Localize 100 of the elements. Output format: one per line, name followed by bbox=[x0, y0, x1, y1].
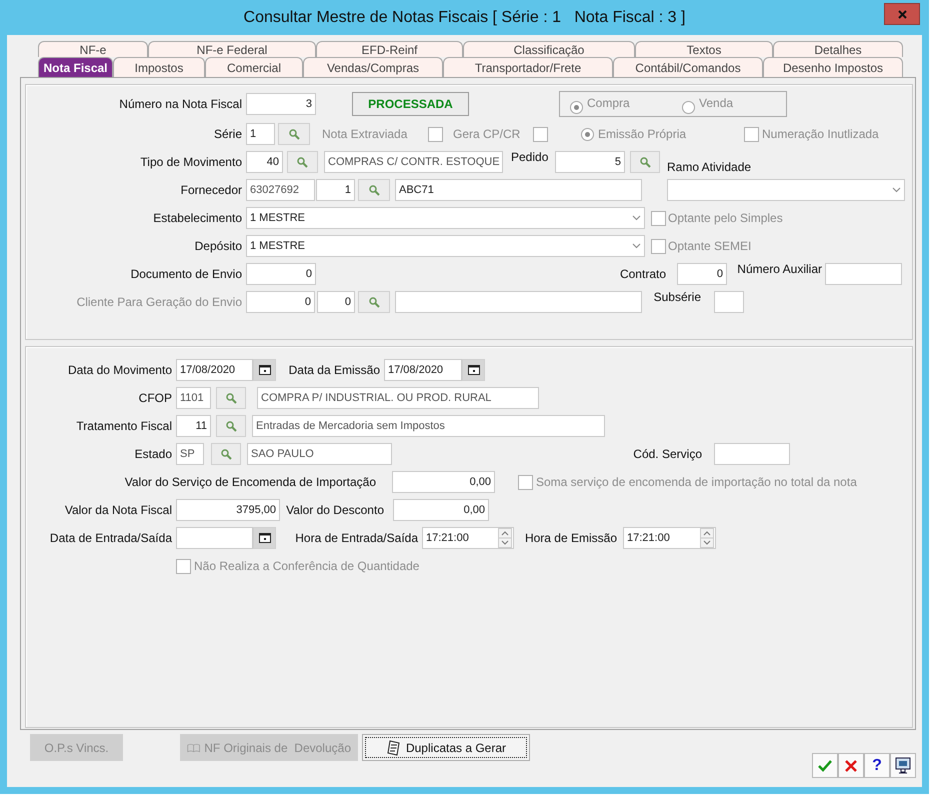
search-button[interactable] bbox=[358, 179, 390, 201]
close-button[interactable] bbox=[884, 3, 920, 25]
calendar-icon bbox=[258, 365, 270, 375]
field-label: Estabelecimento bbox=[152, 211, 243, 225]
dropdown[interactable]: 1 MESTRE bbox=[246, 235, 645, 257]
tab[interactable]: Nota Fiscal bbox=[38, 57, 113, 77]
screen-button[interactable] bbox=[890, 753, 916, 778]
dropdown[interactable] bbox=[667, 179, 905, 201]
confirm-button[interactable] bbox=[812, 753, 838, 778]
tab[interactable]: Contábil/Comandos bbox=[613, 57, 763, 77]
action-button[interactable]: Duplicatas a Gerar bbox=[362, 734, 530, 761]
time-field[interactable]: 17:21:00 bbox=[422, 527, 514, 549]
text-field[interactable]: 1 bbox=[246, 123, 275, 145]
search-icon bbox=[297, 156, 308, 168]
search-button[interactable] bbox=[287, 151, 318, 173]
text-field[interactable]: Entradas de Mercadoria sem Impostos bbox=[252, 415, 605, 437]
search-icon bbox=[226, 392, 236, 404]
text-field[interactable]: 5 bbox=[555, 151, 625, 173]
text-field[interactable]: 11 bbox=[176, 415, 211, 437]
text-field[interactable] bbox=[714, 291, 744, 313]
search-icon bbox=[220, 448, 232, 460]
text-field[interactable]: COMPRA P/ INDUSTRIAL. OU PROD. RURAL bbox=[257, 387, 539, 409]
checkbox-label: Soma serviço de encomenda de importação no total da nota bbox=[536, 475, 858, 489]
search-button[interactable] bbox=[358, 291, 390, 313]
field-label: Pedido bbox=[511, 150, 550, 164]
search-button[interactable] bbox=[211, 443, 241, 465]
date-field[interactable] bbox=[176, 527, 253, 549]
date-field[interactable]: 17/08/2020 bbox=[176, 359, 253, 381]
calendar-button[interactable] bbox=[462, 359, 485, 381]
search-button[interactable] bbox=[630, 151, 660, 173]
field-label: Subsérie bbox=[652, 290, 702, 304]
field-label: Tratamento Fiscal bbox=[75, 419, 173, 433]
window-title: Consultar Mestre de Notas Fiscais [ Série : 1 Nota Fiscal : 3 ] bbox=[244, 8, 686, 26]
tab[interactable]: Vendas/Compras bbox=[303, 57, 443, 77]
field-label: Valor do Serviço de Encomenda de Importação bbox=[124, 475, 377, 489]
search-icon bbox=[226, 420, 236, 432]
time-field[interactable]: 17:21:00 bbox=[623, 527, 716, 549]
text-field[interactable]: 1 bbox=[316, 179, 355, 201]
help-button[interactable]: ? bbox=[864, 753, 890, 778]
field-label: Tipo de Movimento bbox=[139, 155, 243, 169]
text-field[interactable]: 3 bbox=[246, 93, 316, 115]
search-icon bbox=[640, 156, 650, 168]
field-label: Valor da Nota Fiscal bbox=[64, 503, 173, 517]
search-button[interactable] bbox=[278, 123, 310, 145]
tab[interactable]: Detalhes bbox=[773, 41, 903, 57]
text-field[interactable]: 40 bbox=[246, 151, 283, 173]
radio-button[interactable] bbox=[581, 128, 594, 140]
text-field[interactable]: 1101 bbox=[176, 387, 211, 409]
chevron-down-icon bbox=[892, 187, 901, 193]
date-field[interactable]: 17/08/2020 bbox=[384, 359, 462, 381]
text-field[interactable]: SP bbox=[176, 443, 204, 465]
field-label: Número Auxiliar bbox=[736, 262, 822, 276]
search-button[interactable] bbox=[216, 415, 246, 437]
text-field[interactable]: 63027692 bbox=[246, 179, 315, 201]
tab[interactable]: EFD-Reinf bbox=[316, 41, 463, 57]
cancel-button[interactable] bbox=[838, 753, 864, 778]
tab[interactable]: Classificação bbox=[463, 41, 635, 57]
search-icon bbox=[288, 128, 300, 140]
radio-label: Venda bbox=[699, 96, 734, 110]
calendar-icon bbox=[468, 365, 480, 375]
tab[interactable]: Comercial bbox=[205, 57, 303, 77]
checkbox-label: Optante pelo Simples bbox=[668, 211, 784, 225]
tab[interactable]: Transportador/Frete bbox=[443, 57, 613, 77]
field-label: Estado bbox=[134, 447, 173, 461]
search-button[interactable] bbox=[216, 387, 246, 409]
radio-button[interactable] bbox=[682, 101, 695, 114]
field-label: Data de Entrada/Saída bbox=[48, 531, 173, 545]
tab[interactable]: NF-e Federal bbox=[148, 41, 316, 57]
text-field[interactable]: 0 bbox=[246, 263, 316, 285]
checkbox-label: Gera CP/CR bbox=[453, 127, 522, 141]
text-field[interactable]: ABC71 bbox=[395, 179, 642, 201]
text-field[interactable]: 0,00 bbox=[393, 499, 489, 521]
spinner-arrows-icon[interactable] bbox=[498, 528, 512, 548]
calendar-button[interactable] bbox=[253, 527, 276, 549]
text-field[interactable] bbox=[395, 291, 642, 313]
radio-label: Emissão Própria bbox=[598, 127, 688, 141]
field-label: Data da Emissão bbox=[288, 363, 381, 377]
radio-label: Compra bbox=[587, 96, 631, 110]
radio-button[interactable] bbox=[570, 101, 583, 114]
text-field[interactable] bbox=[714, 443, 790, 465]
dropdown[interactable]: 1 MESTRE bbox=[246, 207, 645, 229]
tab[interactable]: Impostos bbox=[113, 57, 205, 77]
text-field[interactable]: 0 bbox=[677, 263, 727, 285]
text-field[interactable]: 3795,00 bbox=[176, 499, 280, 521]
text-field[interactable]: SAO PAULO bbox=[247, 443, 392, 465]
text-field[interactable] bbox=[825, 263, 902, 285]
tab[interactable]: Textos bbox=[635, 41, 773, 57]
tab[interactable]: NF-e bbox=[38, 41, 148, 57]
text-field[interactable]: 0,00 bbox=[392, 471, 495, 493]
field-label: Cód. Serviço bbox=[632, 447, 703, 461]
field-label: Depósito bbox=[194, 239, 243, 253]
field-label: Cliente Para Geração do Envio bbox=[76, 295, 243, 309]
chevron-down-icon bbox=[632, 243, 641, 249]
spinner-arrows-icon[interactable] bbox=[700, 528, 714, 548]
checkmark-icon bbox=[818, 760, 832, 772]
calendar-button[interactable] bbox=[253, 359, 276, 381]
field-label: Número na Nota Fiscal bbox=[118, 97, 243, 111]
text-field[interactable]: COMPRAS C/ CONTR. ESTOQUE bbox=[324, 151, 503, 173]
checkbox-label: Optante SEMEI bbox=[668, 239, 752, 253]
tab[interactable]: Desenho Impostos bbox=[763, 57, 903, 77]
